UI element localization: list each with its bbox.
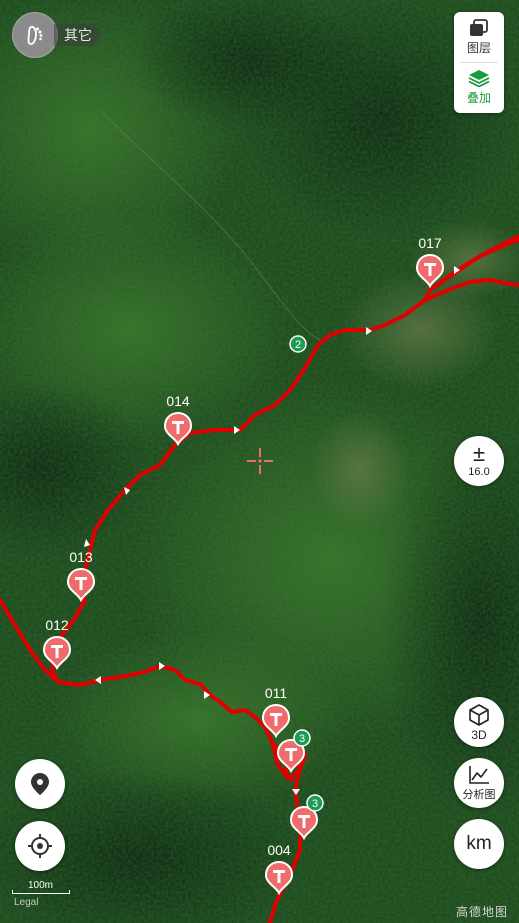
overlay-button[interactable]: 叠加: [454, 62, 504, 112]
layer-panel: 图层 叠加: [454, 12, 504, 113]
analysis-chart-button[interactable]: 分析图: [454, 758, 504, 808]
waypoint-marker-011[interactable]: [261, 703, 291, 739]
waypoint-label: 011: [265, 685, 288, 701]
brand-logo: 高德地图: [456, 905, 509, 919]
mode-badge-label: 其它: [54, 24, 100, 46]
waypoint-marker-017[interactable]: [415, 253, 445, 289]
cluster-count-label: 3: [312, 798, 318, 810]
analysis-label: 分析图: [462, 788, 496, 801]
scale-bar-line: [12, 890, 70, 894]
stacked-layers-icon: [468, 69, 490, 87]
footprint-icon: [12, 12, 58, 58]
unit-toggle-button[interactable]: km: [454, 819, 504, 869]
waypoint-label: 014: [166, 393, 190, 409]
poi-button[interactable]: [15, 759, 65, 809]
waypoint-marker-012[interactable]: [42, 635, 72, 671]
zoom-level-button[interactable]: ± 16.0: [454, 436, 504, 486]
waypoint-layer: 017 014 013 012 011 004 2 3 3: [0, 0, 519, 923]
overlay-label: 叠加: [466, 90, 491, 105]
cube-icon: [469, 703, 489, 726]
waypoint-marker-014[interactable]: [163, 411, 193, 447]
marker-layer-svg: 017 014 013 012 011 004 2 3 3: [42, 235, 445, 896]
plus-minus-icon: ±: [472, 441, 486, 466]
cluster-count-label: 3: [299, 733, 305, 745]
scale-bar: 100m: [12, 880, 70, 894]
waypoint-marker-004[interactable]: [264, 860, 294, 896]
location-pin-icon: [31, 773, 49, 795]
mode-badge[interactable]: 其它: [12, 12, 100, 58]
three-d-label: 3D: [471, 727, 487, 742]
zoom-level-value: 16.0: [468, 466, 490, 478]
waypoint-marker-013[interactable]: [66, 567, 96, 603]
waypoint-label: 013: [69, 549, 93, 565]
waypoint-label: 017: [418, 235, 442, 251]
layers-label: 图层: [466, 40, 491, 55]
waypoint-marker-unlabeled[interactable]: [289, 805, 319, 841]
waypoint-label: 012: [45, 617, 69, 633]
cluster-count-label: 2: [295, 339, 301, 351]
gps-target-icon: [28, 834, 52, 858]
locate-button[interactable]: [15, 821, 65, 871]
layers-button[interactable]: 图层: [454, 12, 504, 62]
unit-label: km: [466, 833, 492, 854]
line-chart-icon: [469, 765, 489, 784]
legal-link[interactable]: Legal: [14, 897, 38, 908]
three-d-button[interactable]: 3D: [454, 697, 504, 747]
layers-icon: [470, 18, 488, 36]
waypoint-label: 004: [267, 842, 291, 858]
